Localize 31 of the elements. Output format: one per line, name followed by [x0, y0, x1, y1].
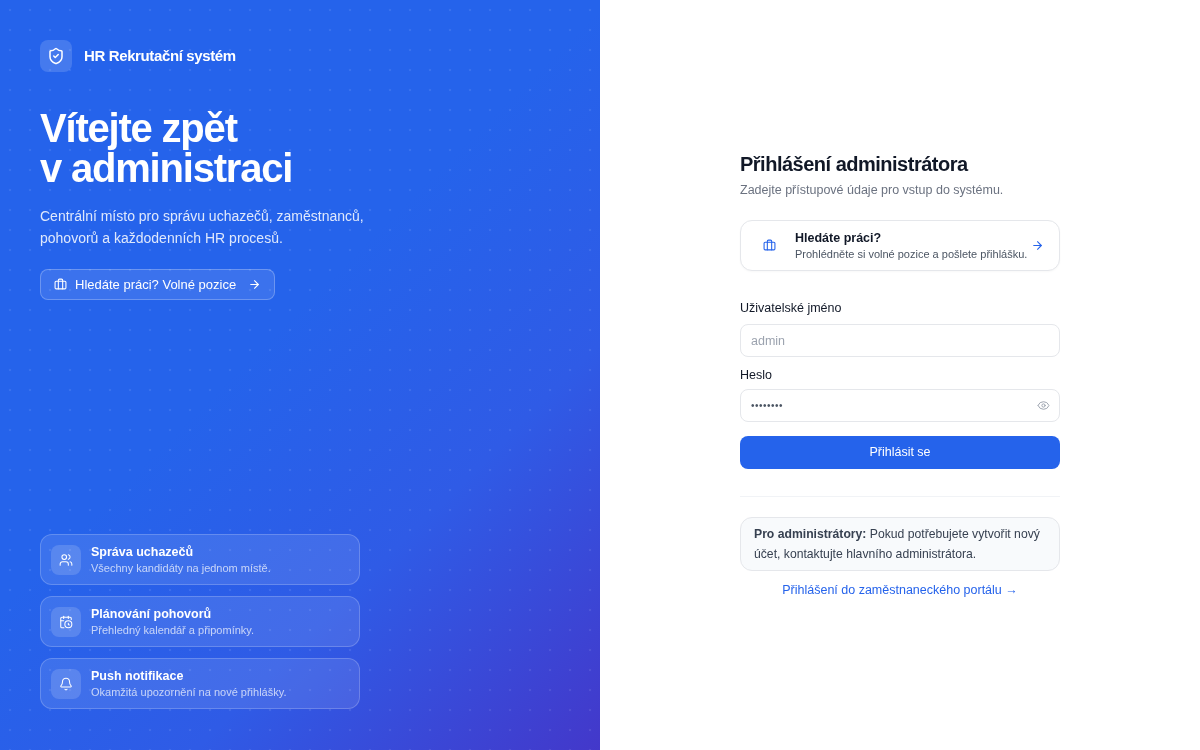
feature-title: Plánování pohovorů [91, 605, 213, 622]
feature-description: Všechny kandidáty na jednom místě. [91, 560, 271, 576]
job-card-title: Hledáte práci? [795, 229, 883, 246]
briefcase-icon [54, 278, 67, 291]
job-card-link[interactable]: Hledáte práci? Prohlédněte si volné pozice a pošlete přihlášku. [740, 220, 1060, 271]
username-label: Uživatelské jméno [740, 300, 843, 317]
password-field[interactable]: •••••••• [740, 389, 1060, 422]
admin-notice: Pro administrátory: Pokud potřebujete vytvořit nový účet, kontaktujte hlavního administrátora. [740, 517, 1060, 571]
hero-subtitle: Centrální místo pro správu uchazečů, zaměstnanců, pohovorů a každodenních HR procesů. [40, 207, 365, 248]
feature-title: Správa uchazečů [91, 543, 195, 560]
login-title: Přihlášení administrátora [740, 152, 970, 177]
job-card-description: Prohlédněte si volné pozice a pošlete přihlášku. [795, 246, 1029, 262]
arrow-right-icon [1031, 239, 1044, 252]
arrow-right-icon [248, 278, 262, 291]
shield-check-icon [40, 40, 72, 72]
feature-title: Push notifikace [91, 667, 185, 684]
brand-name: HR Rekrutační systém [84, 45, 236, 66]
users-icon [51, 544, 81, 575]
feature-description: Okamžitá upozornění na nové přihlášky. [91, 684, 287, 700]
calendar-clock-icon [51, 606, 81, 637]
login-subtitle: Zadejte přístupové údaje pro vstup do systému. [740, 182, 1005, 199]
employee-portal-link[interactable]: Přihlášení do zaměstnaneckého portálu → [782, 580, 1018, 600]
briefcase-icon [763, 239, 776, 252]
bell-icon [51, 668, 81, 699]
password-label: Heslo [740, 367, 773, 384]
username-field[interactable]: admin [740, 324, 1060, 357]
show-password-icon[interactable] [1037, 399, 1050, 412]
job-openings-button[interactable]: Hledáte práci? Volné pozice [40, 269, 276, 300]
feature-description: Přehledný kalendář a připomínky. [91, 622, 255, 638]
login-button[interactable]: Přihlásit se [740, 436, 1060, 469]
welcome-heading: Vítejte zpět v administraci [40, 108, 293, 188]
